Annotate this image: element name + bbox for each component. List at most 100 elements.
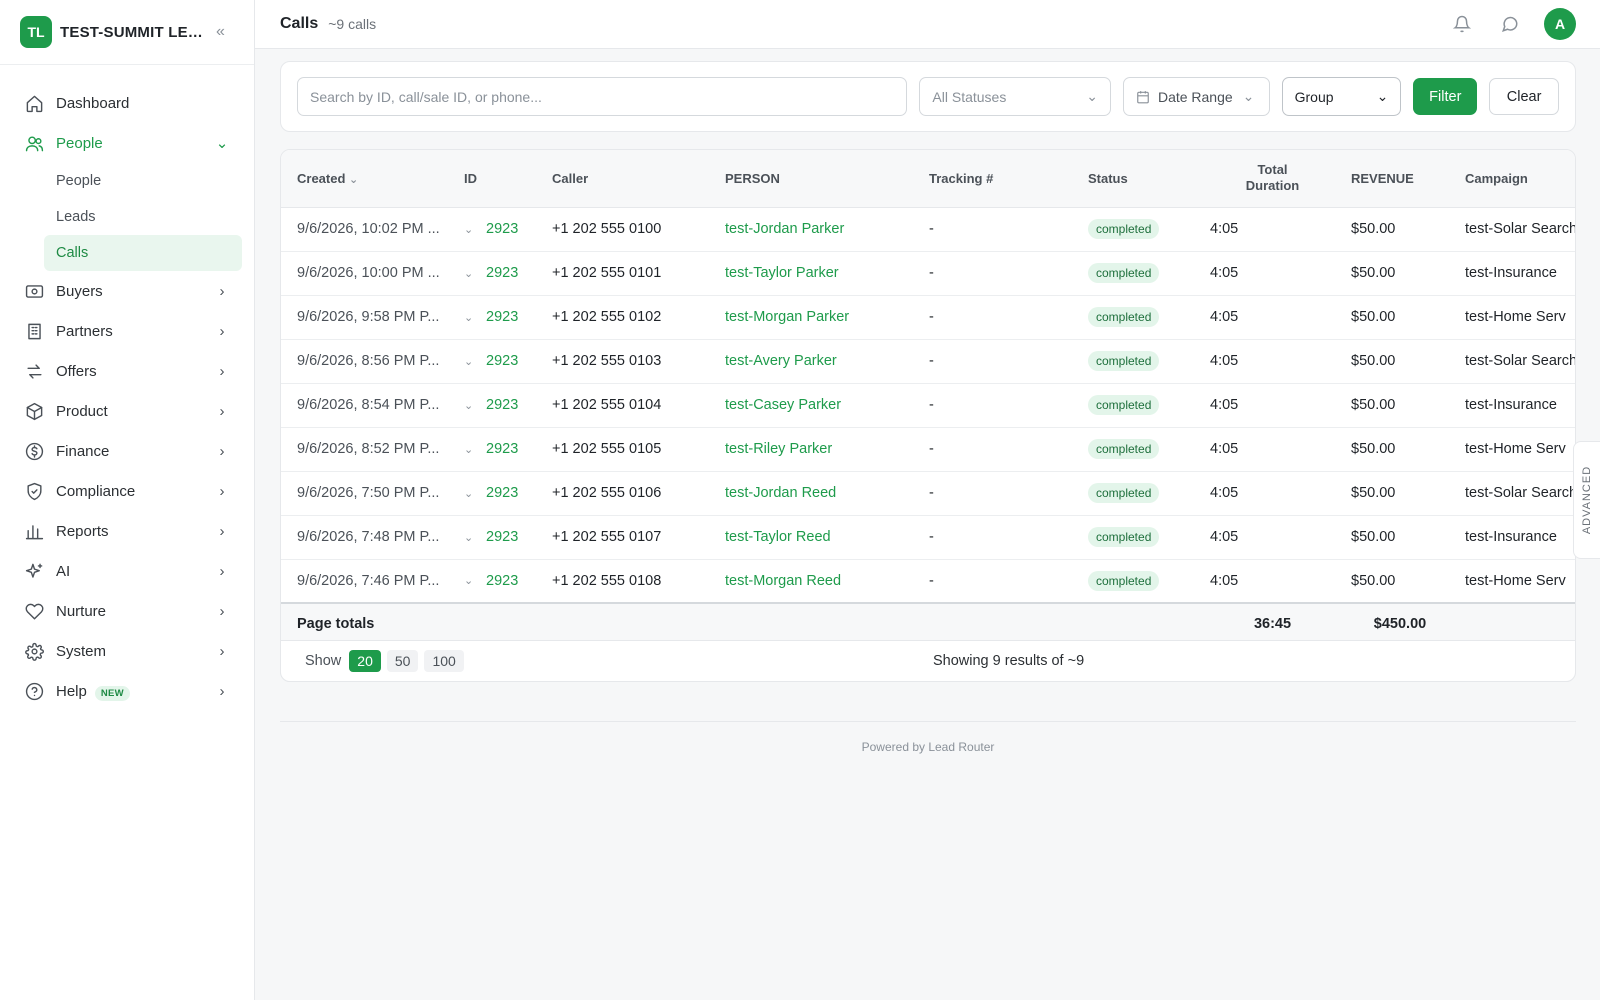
sidebar-item-dashboard[interactable]: Dashboard bbox=[0, 83, 254, 123]
expand-row-icon[interactable]: ⌄ bbox=[464, 443, 478, 456]
cell-revenue: $50.00 bbox=[1343, 339, 1457, 384]
chevron-right-icon: › bbox=[219, 602, 225, 620]
call-id-link[interactable]: 2923 bbox=[486, 441, 518, 457]
table-row[interactable]: 9/6/2026, 10:00 PM ... ⌄ 2923 +1 202 555 01… bbox=[281, 251, 1575, 296]
table-header-row: Created ⌄ ID Caller PERSON Tracking # St… bbox=[281, 150, 1575, 208]
clear-button[interactable]: Clear bbox=[1489, 78, 1560, 115]
expand-row-icon[interactable]: ⌄ bbox=[464, 311, 478, 324]
sidebar-item-label: Partners bbox=[56, 322, 113, 340]
status-select[interactable]: All Statuses ⌄ bbox=[919, 77, 1111, 116]
cell-id: ⌄ 2923 bbox=[456, 295, 544, 340]
col-duration[interactable]: Total Duration bbox=[1202, 150, 1343, 208]
subnav-item-calls[interactable]: Calls bbox=[44, 235, 242, 271]
col-tracking[interactable]: Tracking # bbox=[921, 150, 1080, 208]
call-id-link[interactable]: 2923 bbox=[486, 485, 518, 501]
expand-row-icon[interactable]: ⌄ bbox=[464, 399, 478, 412]
sidebar-item-people[interactable]: People ⌄ bbox=[0, 123, 254, 163]
sidebar-item-nurture[interactable]: Nurture › bbox=[0, 591, 254, 631]
sidebar-item-help[interactable]: Help NEW › bbox=[0, 671, 254, 711]
person-link[interactable]: test-Morgan Parker bbox=[725, 309, 849, 325]
chevron-right-icon: › bbox=[219, 282, 225, 300]
status-badge: completed bbox=[1088, 527, 1160, 547]
call-id-link[interactable]: 2923 bbox=[486, 265, 518, 281]
page-size-20[interactable]: 20 bbox=[349, 649, 381, 672]
table-row[interactable]: 9/6/2026, 8:54 PM P... ⌄ 2923 +1 202 555 01… bbox=[281, 383, 1575, 428]
call-id-link[interactable]: 2923 bbox=[486, 397, 518, 413]
table-row[interactable]: 9/6/2026, 8:52 PM P... ⌄ 2923 +1 202 555 01… bbox=[281, 427, 1575, 472]
expand-row-icon[interactable]: ⌄ bbox=[464, 223, 478, 236]
person-link[interactable]: test-Morgan Reed bbox=[725, 573, 841, 589]
group-select[interactable]: Group ⌄ bbox=[1281, 77, 1402, 116]
expand-row-icon[interactable]: ⌄ bbox=[464, 355, 478, 368]
person-link[interactable]: test-Avery Parker bbox=[725, 353, 837, 369]
brand-logo[interactable]: TL bbox=[20, 16, 52, 48]
person-link[interactable]: test-Taylor Parker bbox=[725, 265, 839, 281]
sidebar-item-compliance[interactable]: Compliance › bbox=[0, 471, 254, 511]
sidebar-item-offers[interactable]: Offers › bbox=[0, 351, 254, 391]
sidebar-item-finance[interactable]: Finance › bbox=[0, 431, 254, 471]
table-row[interactable]: 9/6/2026, 7:46 PM P... ⌄ 2923 +1 202 555 01… bbox=[281, 559, 1575, 604]
table-row[interactable]: 9/6/2026, 7:48 PM P... ⌄ 2923 +1 202 555 01… bbox=[281, 515, 1575, 560]
chevron-right-icon: › bbox=[219, 682, 225, 700]
status-badge: completed bbox=[1088, 439, 1160, 459]
table-row[interactable]: 9/6/2026, 7:50 PM P... ⌄ 2923 +1 202 555 01… bbox=[281, 471, 1575, 516]
cell-campaign: test-Solar Search bbox=[1457, 207, 1575, 252]
status-badge: completed bbox=[1088, 395, 1160, 415]
user-avatar[interactable]: A bbox=[1544, 8, 1576, 40]
sidebar-item-system[interactable]: System › bbox=[0, 631, 254, 671]
bell-icon[interactable] bbox=[1450, 12, 1474, 36]
person-link[interactable]: test-Jordan Reed bbox=[725, 485, 836, 501]
col-id[interactable]: ID bbox=[456, 150, 544, 208]
cell-duration: 4:05 bbox=[1202, 339, 1343, 384]
cell-revenue: $50.00 bbox=[1343, 427, 1457, 472]
sidebar-item-ai[interactable]: AI › bbox=[0, 551, 254, 591]
table-row[interactable]: 9/6/2026, 9:58 PM P... ⌄ 2923 +1 202 555 01… bbox=[281, 295, 1575, 340]
subnav-item-leads[interactable]: Leads bbox=[44, 199, 242, 235]
subnav-item-people[interactable]: People bbox=[44, 163, 242, 199]
person-link[interactable]: test-Taylor Reed bbox=[725, 529, 831, 545]
expand-row-icon[interactable]: ⌄ bbox=[464, 531, 478, 544]
cell-person: test-Taylor Parker bbox=[717, 251, 921, 296]
page-size-100[interactable]: 100 bbox=[424, 649, 464, 672]
person-link[interactable]: test-Jordan Parker bbox=[725, 221, 844, 237]
cell-campaign: test-Solar Search bbox=[1457, 471, 1575, 516]
person-link[interactable]: test-Riley Parker bbox=[725, 441, 832, 457]
table-row[interactable]: 9/6/2026, 8:56 PM P... ⌄ 2923 +1 202 555 01… bbox=[281, 339, 1575, 384]
collapse-sidebar-icon[interactable]: « bbox=[216, 23, 225, 41]
call-id-link[interactable]: 2923 bbox=[486, 221, 518, 237]
page-size-50[interactable]: 50 bbox=[386, 649, 419, 672]
cell-duration: 4:05 bbox=[1202, 207, 1343, 252]
call-id-link[interactable]: 2923 bbox=[486, 309, 518, 325]
col-revenue[interactable]: REVENUE bbox=[1343, 150, 1457, 208]
expand-row-icon[interactable]: ⌄ bbox=[464, 574, 478, 587]
cell-person: test-Riley Parker bbox=[717, 427, 921, 472]
totals-row: Page totals 36:45 $450.00 bbox=[281, 602, 1575, 643]
advanced-panel-toggle[interactable]: ADVANCED bbox=[1573, 441, 1600, 559]
expand-row-icon[interactable]: ⌄ bbox=[464, 487, 478, 500]
call-id-link[interactable]: 2923 bbox=[486, 573, 518, 589]
col-created[interactable]: Created ⌄ bbox=[281, 150, 456, 208]
col-campaign[interactable]: Campaign bbox=[1457, 150, 1575, 208]
col-status[interactable]: Status bbox=[1080, 150, 1202, 208]
expand-row-icon[interactable]: ⌄ bbox=[464, 267, 478, 280]
person-link[interactable]: test-Casey Parker bbox=[725, 397, 841, 413]
call-id-link[interactable]: 2923 bbox=[486, 529, 518, 545]
filter-button[interactable]: Filter bbox=[1413, 78, 1478, 115]
sidebar-item-partners[interactable]: Partners › bbox=[0, 311, 254, 351]
sidebar: TL TEST-SUMMIT LEAD... « Dashboard People… bbox=[0, 0, 255, 1000]
search-input[interactable] bbox=[297, 77, 908, 116]
sidebar-item-reports[interactable]: Reports › bbox=[0, 511, 254, 551]
sidebar-item-product[interactable]: Product › bbox=[0, 391, 254, 431]
calls-table-card: Created ⌄ ID Caller PERSON Tracking # St… bbox=[280, 149, 1576, 682]
col-caller[interactable]: Caller bbox=[544, 150, 717, 208]
call-id-link[interactable]: 2923 bbox=[486, 353, 518, 369]
chat-icon[interactable] bbox=[1498, 12, 1522, 36]
workspace-name[interactable]: TEST-SUMMIT LEAD... bbox=[60, 24, 210, 41]
table-row[interactable]: 9/6/2026, 10:02 PM ... ⌄ 2923 +1 202 555 01… bbox=[281, 207, 1575, 252]
sidebar-item-label: Compliance bbox=[56, 482, 136, 500]
table-body: 9/6/2026, 10:02 PM ... ⌄ 2923 +1 202 555 01… bbox=[281, 207, 1575, 604]
date-range-picker[interactable]: Date Range ⌄ bbox=[1122, 77, 1270, 116]
sidebar-item-buyers[interactable]: Buyers › bbox=[0, 271, 254, 311]
cell-status: completed bbox=[1080, 295, 1202, 340]
col-person[interactable]: PERSON bbox=[717, 150, 921, 208]
